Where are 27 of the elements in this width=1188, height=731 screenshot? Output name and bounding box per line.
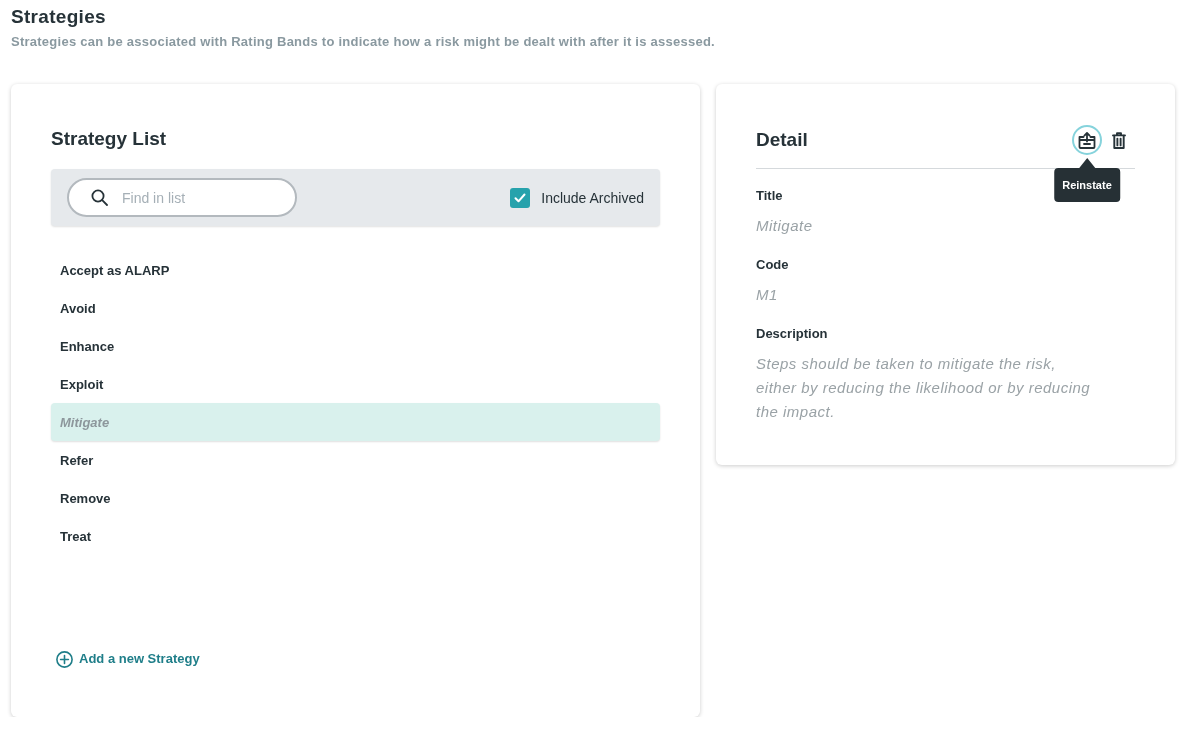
strategy-list-item[interactable]: Accept as ALARP [51,251,660,289]
checkbox-label: Include Archived [541,188,644,207]
page-title: Strategies [11,6,106,28]
search-field[interactable]: Find in list [67,178,297,217]
strategy-list-item[interactable]: Treat [51,517,660,555]
add-strategy-link[interactable]: Add a new Strategy [56,650,200,668]
trash-icon [1112,131,1126,149]
page-subtitle: Strategies can be associated with Rating Bands to indicate how a risk might be dealt with after it is assessed. [11,34,715,50]
field-value: M1 [756,285,778,305]
strategy-list-item[interactable]: Exploit [51,365,660,403]
search-icon [91,189,108,206]
strategy-list-item[interactable]: Refer [51,441,660,479]
field-label: Description [756,325,828,343]
reinstate-button[interactable] [1072,125,1102,155]
plus-circle-icon [56,650,73,668]
card-title: Detail [756,128,808,152]
strategy-list-item[interactable]: Enhance [51,327,660,365]
checkbox[interactable] [510,187,531,208]
box-arrow-up-icon [1078,131,1096,149]
field-label: Code [756,256,789,274]
tooltip: Reinstate [1054,158,1120,202]
strategy-list-item[interactable]: Avoid [51,289,660,327]
field-label: Title [756,187,783,205]
field-value: Steps should be taken to mitigate the risk, either by reducing the likelihood or by reducing the impact. [756,354,1092,422]
strategy-list-item[interactable]: Remove [51,479,660,517]
field-value: Mitigate [756,216,813,236]
card-title: Strategy List [51,127,167,151]
